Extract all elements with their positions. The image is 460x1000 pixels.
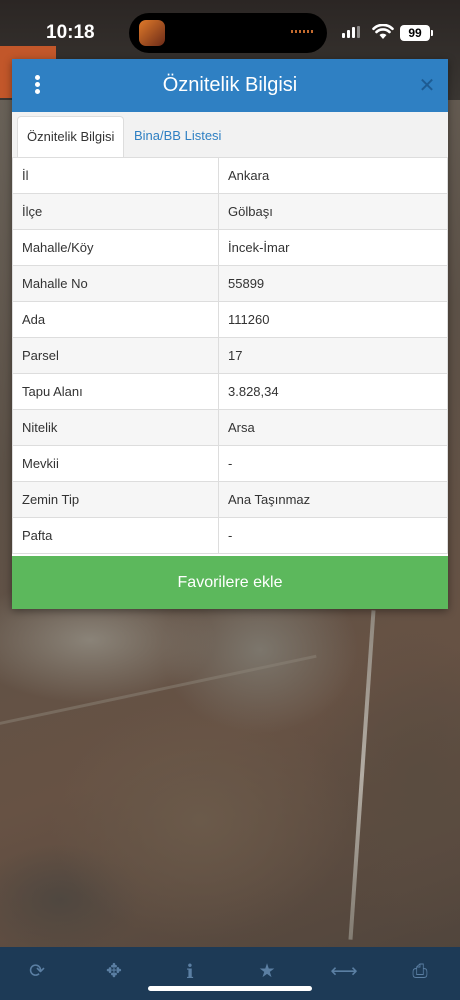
attribute-key: Parsel — [12, 337, 219, 374]
attribute-value: 111260 — [218, 301, 448, 338]
bottom-toolbar: ⟳ ✥ i ★ ⟷ ⎙ — [0, 947, 460, 1000]
attribute-key: Zemin Tip — [12, 481, 219, 518]
attribute-table: İl Ankara İlçe Gölbaşı Mahalle/Köy İncek… — [12, 157, 448, 554]
table-row: Pafta - — [12, 517, 448, 554]
attribute-key: İlçe — [12, 193, 219, 230]
measure-icon[interactable]: ⟷ — [329, 959, 359, 985]
tab-building-list[interactable]: Bina/BB Listesi — [134, 116, 221, 157]
home-indicator — [148, 986, 312, 991]
attribute-value: 3.828,34 — [218, 373, 448, 410]
star-icon[interactable]: ★ — [252, 959, 282, 985]
table-row: Zemin Tip Ana Taşınmaz — [12, 481, 448, 518]
table-row: Mevkii - — [12, 445, 448, 482]
attribute-value: - — [218, 445, 448, 482]
tab-attribute-info[interactable]: Öznitelik Bilgisi — [17, 116, 125, 158]
attribute-key: Pafta — [12, 517, 219, 554]
live-activity-indicator — [291, 30, 313, 33]
attribute-key: Tapu Alanı — [12, 373, 219, 410]
attribute-key: Nitelik — [12, 409, 219, 446]
table-row: Parsel 17 — [12, 337, 448, 374]
dynamic-island — [129, 13, 327, 53]
attribute-key: Mevkii — [12, 445, 219, 482]
table-row: İlçe Gölbaşı — [12, 193, 448, 230]
more-options-icon[interactable] — [30, 75, 44, 97]
table-row: Mahalle No 55899 — [12, 265, 448, 302]
panel-title: Öznitelik Bilgisi — [162, 74, 298, 96]
refresh-icon[interactable]: ⟳ — [22, 959, 52, 985]
info-icon[interactable]: i — [175, 959, 205, 985]
table-row: Ada 111260 — [12, 301, 448, 338]
attribute-value: 17 — [218, 337, 448, 374]
attribute-value: Ana Taşınmaz — [218, 481, 448, 518]
attribute-value: Ankara — [218, 157, 448, 194]
attribute-key: Ada — [12, 301, 219, 338]
table-row: İl Ankara — [12, 157, 448, 194]
table-row: Tapu Alanı 3.828,34 — [12, 373, 448, 410]
print-icon[interactable]: ⎙ — [405, 959, 435, 985]
attribute-key: Mahalle No — [12, 265, 219, 302]
panel-header: Öznitelik Bilgisi ✕ — [12, 59, 448, 112]
crosshair-icon[interactable]: ✥ — [99, 959, 129, 985]
live-activity-app-icon — [139, 20, 165, 46]
wifi-icon — [372, 24, 394, 39]
attribute-panel: Öznitelik Bilgisi ✕ Öznitelik Bilgisi Bi… — [12, 59, 448, 609]
battery-tip — [431, 30, 433, 36]
attribute-value: İncek-İmar — [218, 229, 448, 266]
attribute-value: Arsa — [218, 409, 448, 446]
battery-indicator: 99 — [400, 25, 430, 41]
table-row: Mahalle/Köy İncek-İmar — [12, 229, 448, 266]
close-icon[interactable]: ✕ — [412, 71, 442, 101]
panel-tabs: Öznitelik Bilgisi Bina/BB Listesi — [12, 112, 448, 158]
status-time: 10:18 — [46, 22, 95, 43]
attribute-key: İl — [12, 157, 219, 194]
attribute-key: Mahalle/Köy — [12, 229, 219, 266]
attribute-value: Gölbaşı — [218, 193, 448, 230]
attribute-value: 55899 — [218, 265, 448, 302]
attribute-value: - — [218, 517, 448, 554]
table-row: Nitelik Arsa — [12, 409, 448, 446]
add-to-favorites-button[interactable]: Favorilere ekle — [12, 556, 448, 609]
